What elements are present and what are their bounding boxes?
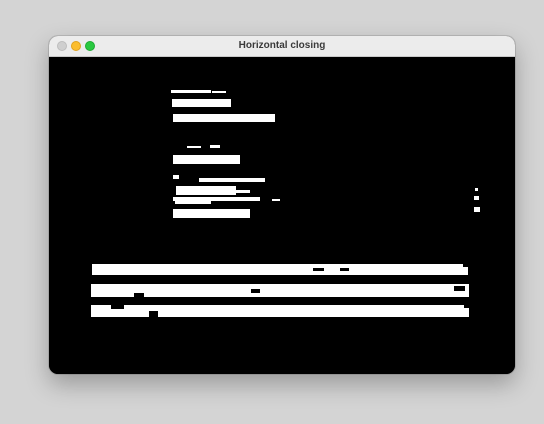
edge-mark — [475, 188, 478, 191]
app-window: Horizontal closing — [49, 36, 515, 374]
text-blob — [187, 146, 201, 148]
text-blob — [272, 199, 280, 201]
text-blob — [236, 190, 250, 193]
text-blob — [172, 99, 231, 107]
line-band — [91, 305, 469, 317]
edge-mark — [474, 207, 480, 212]
window-title: Horizontal closing — [238, 40, 326, 51]
text-blob — [210, 145, 220, 148]
text-blob — [173, 175, 179, 179]
title-bar[interactable]: Horizontal closing — [49, 36, 515, 57]
text-blob — [173, 209, 250, 218]
text-blob — [176, 186, 236, 195]
text-blob — [199, 178, 265, 182]
text-blob — [173, 114, 275, 122]
text-blob — [171, 90, 211, 93]
line-band — [91, 284, 469, 297]
line-band — [92, 264, 468, 275]
text-blob — [175, 201, 211, 204]
image-canvas — [49, 57, 515, 374]
text-blob — [173, 155, 240, 164]
text-blob — [212, 91, 226, 93]
edge-mark — [474, 196, 479, 200]
